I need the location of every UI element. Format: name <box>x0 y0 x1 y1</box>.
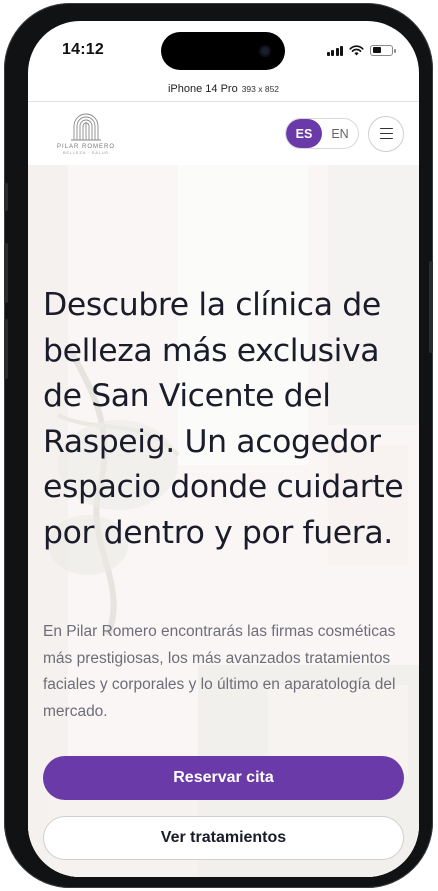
view-treatments-button[interactable]: Ver tratamientos <box>43 816 404 860</box>
phone-frame: 14:12 iPhone 14 Pro 393 x 852 PILAR ROME… <box>4 3 433 888</box>
header-actions: ES EN <box>285 115 404 152</box>
phone-screen: 14:12 iPhone 14 Pro 393 x 852 PILAR ROME… <box>28 21 419 877</box>
hamburger-menu-icon[interactable] <box>368 115 404 152</box>
dynamic-island <box>161 32 285 70</box>
cellular-signal-icon <box>326 45 343 56</box>
language-es-button[interactable]: ES <box>286 119 322 148</box>
volume-up-button <box>4 243 8 303</box>
hero-description: En Pilar Romero encontrarás las firmas c… <box>43 623 396 720</box>
power-button <box>429 261 433 353</box>
volume-down-button <box>4 319 8 379</box>
device-dimensions: 393 x 852 <box>241 84 280 94</box>
book-appointment-button[interactable]: Reservar cita <box>43 756 404 800</box>
device-name: iPhone 14 Pro <box>167 83 238 95</box>
action-button <box>4 183 8 211</box>
status-icons <box>326 44 396 56</box>
logo-subtext: BELLEZA · SALUD <box>62 150 110 155</box>
site-header: PILAR ROMERO BELLEZA · SALUD ES EN <box>28 102 419 165</box>
logo[interactable]: PILAR ROMERO BELLEZA · SALUD <box>55 112 117 155</box>
hero-headline: Descubre la clínica de belleza más exclu… <box>43 287 404 551</box>
status-time: 14:12 <box>62 41 104 58</box>
camera-icon <box>259 45 271 57</box>
language-toggle: ES EN <box>285 118 359 149</box>
hero-section: Descubre la clínica de belleza más exclu… <box>28 165 419 877</box>
battery-icon <box>370 44 396 56</box>
device-label: iPhone 14 Pro 393 x 852 <box>28 83 419 103</box>
battery-level <box>372 47 381 53</box>
pilar-romero-logo <box>71 113 101 141</box>
wifi-icon <box>349 44 364 56</box>
language-en-button[interactable]: EN <box>322 119 358 148</box>
